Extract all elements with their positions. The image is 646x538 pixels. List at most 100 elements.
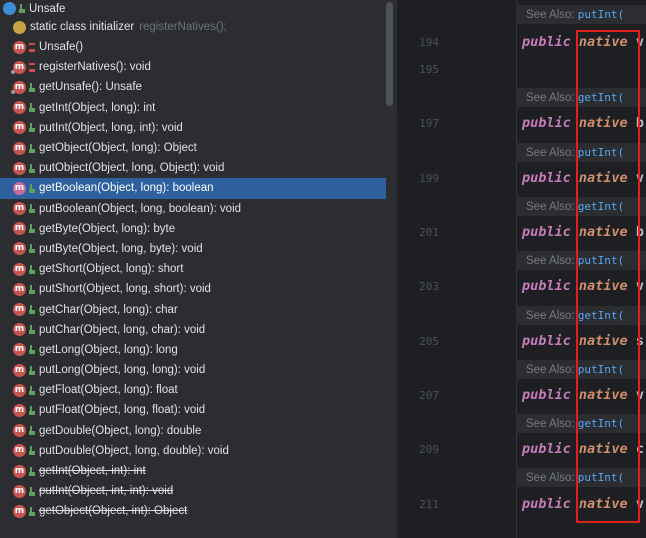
method-signature: putByte(Object, long, byte): void: [39, 242, 203, 255]
method-item[interactable]: m getInt(Object, long): int: [0, 98, 386, 118]
public-visibility-icon: [29, 224, 35, 234]
public-visibility-icon: [29, 244, 35, 254]
keyword-native: native: [578, 34, 628, 50]
method-icon: m: [13, 484, 26, 498]
keyword-public: public: [522, 169, 571, 186]
static-marker-icon: [11, 90, 15, 95]
keyword-public: public: [522, 278, 571, 295]
method-item[interactable]: m putObject(Object, long, Object): void: [0, 158, 386, 178]
doc-hint: See Also: getInt(: [516, 305, 646, 325]
method-item[interactable]: m getChar(Object, long): char: [0, 299, 386, 319]
public-visibility-icon: [29, 204, 35, 214]
code-line: public native s: [522, 333, 644, 349]
doc-hint-link[interactable]: putInt(: [578, 146, 624, 159]
code-editor[interactable]: See Also: putInt( 194 public native v 195 S…: [397, 0, 646, 538]
method-signature: getObject(Object, int): Object: [39, 505, 188, 518]
return-type-fragment: c: [635, 441, 644, 458]
method-icon: m: [13, 161, 26, 175]
public-visibility-icon: [29, 143, 35, 153]
return-type-fragment: v: [635, 34, 644, 50]
method-item[interactable]: m getByte(Object, long): byte: [0, 219, 386, 239]
method-item[interactable]: m getUnsafe(): Unsafe: [0, 77, 386, 97]
method-item[interactable]: m putBoolean(Object, long, boolean): void: [0, 199, 386, 219]
doc-hint: See Also: putInt(: [516, 468, 646, 488]
doc-hint-link[interactable]: getInt(: [578, 417, 624, 430]
doc-hint-link[interactable]: getInt(: [578, 309, 624, 322]
method-item[interactable]: m putShort(Object, long, short): void: [0, 279, 386, 299]
keyword-public: public: [522, 495, 571, 512]
return-type-fragment: s: [635, 332, 644, 349]
method-item[interactable]: m getLong(Object, long): long: [0, 340, 386, 360]
method-item[interactable]: m putInt(Object, int, int): void: [0, 481, 386, 501]
public-visibility-icon: [29, 82, 35, 92]
keyword-public: public: [522, 332, 571, 349]
method-icon: m: [13, 181, 26, 195]
method-signature: getDouble(Object, long): double: [39, 424, 202, 437]
return-type-fragment: v: [635, 278, 644, 295]
doc-hint: See Also: getInt(: [516, 414, 646, 434]
doc-hint-link[interactable]: getInt(: [578, 200, 624, 213]
method-signature: putBoolean(Object, long, boolean): void: [39, 202, 242, 215]
keyword-public: public: [522, 386, 571, 403]
line-number: 205: [419, 334, 439, 348]
method-signature: putFloat(Object, long, float): void: [39, 404, 206, 417]
method-icon: m: [13, 504, 26, 518]
method-item[interactable]: m putLong(Object, long, long): void: [0, 360, 386, 380]
doc-hint-link[interactable]: putInt(: [578, 254, 624, 267]
doc-hint-link[interactable]: getInt(: [578, 91, 624, 104]
method-item[interactable]: m putInt(Object, long, int): void: [0, 118, 386, 138]
tree-root-class[interactable]: Unsafe: [0, 0, 386, 17]
line-number: 209: [419, 443, 439, 457]
method-item[interactable]: m getShort(Object, long): short: [0, 259, 386, 279]
method-icon: m: [13, 202, 26, 216]
method-icon: m: [13, 343, 26, 357]
method-signature: getUnsafe(): Unsafe: [39, 81, 142, 94]
code-line: public native b: [522, 224, 644, 240]
code-line: public native v: [522, 496, 644, 512]
method-item[interactable]: m putByte(Object, long, byte): void: [0, 239, 386, 259]
method-item[interactable]: m Unsafe(): [0, 37, 386, 57]
code-line: public native v: [522, 34, 644, 50]
method-item[interactable]: m putFloat(Object, long, float): void: [0, 400, 386, 420]
code-line: public native v: [522, 170, 644, 186]
class-name: Unsafe: [29, 2, 66, 15]
method-icon: m: [13, 262, 26, 276]
method-item[interactable]: m getDouble(Object, long): double: [0, 421, 386, 441]
method-item[interactable]: m putChar(Object, long, char): void: [0, 320, 386, 340]
keyword-public: public: [522, 441, 571, 458]
public-visibility-icon: [29, 325, 35, 335]
return-type-fragment: v: [635, 169, 644, 186]
doc-hint-label: See Also:: [526, 363, 575, 376]
method-signature: getChar(Object, long): char: [39, 303, 178, 316]
method-icon: m: [13, 403, 26, 417]
doc-hint-link[interactable]: putInt(: [578, 363, 624, 376]
structure-scrollbar[interactable]: [386, 2, 393, 106]
method-item[interactable]: m getObject(Object, long): Object: [0, 138, 386, 158]
return-type-fragment: b: [635, 224, 644, 241]
method-item[interactable]: m getBoolean(Object, long): boolean: [0, 178, 386, 199]
method-item[interactable]: m getObject(Object, int): Object: [0, 501, 386, 521]
method-item[interactable]: m getInt(Object, int): int: [0, 461, 386, 481]
method-item[interactable]: m putDouble(Object, long, double): void: [0, 441, 386, 461]
method-signature: getFloat(Object, long): float: [39, 384, 178, 397]
static-initializer-item[interactable]: static class initializer registerNatives…: [0, 17, 386, 37]
keyword-native: native: [578, 224, 628, 241]
method-signature: getBoolean(Object, long): boolean: [39, 182, 214, 195]
method-signature: getInt(Object, long): int: [39, 101, 156, 114]
method-item[interactable]: m getFloat(Object, long): float: [0, 380, 386, 400]
public-visibility-icon: [29, 284, 35, 294]
keyword-public: public: [522, 34, 571, 50]
method-signature: putChar(Object, long, char): void: [39, 323, 206, 336]
method-signature: getInt(Object, int): int: [39, 465, 146, 478]
ide-window: Unsafe static class initializer register…: [0, 0, 646, 538]
method-signature: putObject(Object, long, Object): void: [39, 162, 225, 175]
public-visibility-icon: [29, 385, 35, 395]
doc-hint-link[interactable]: putInt(: [578, 471, 624, 484]
method-signature: Unsafe(): [39, 41, 84, 54]
doc-hint-link[interactable]: putInt(: [578, 8, 624, 21]
line-number: 194: [419, 36, 439, 49]
method-item[interactable]: m registerNatives(): void: [0, 57, 386, 77]
method-icon: m: [13, 444, 26, 458]
structure-tree: Unsafe static class initializer register…: [0, 0, 386, 522]
code-line: public native v: [522, 278, 644, 294]
